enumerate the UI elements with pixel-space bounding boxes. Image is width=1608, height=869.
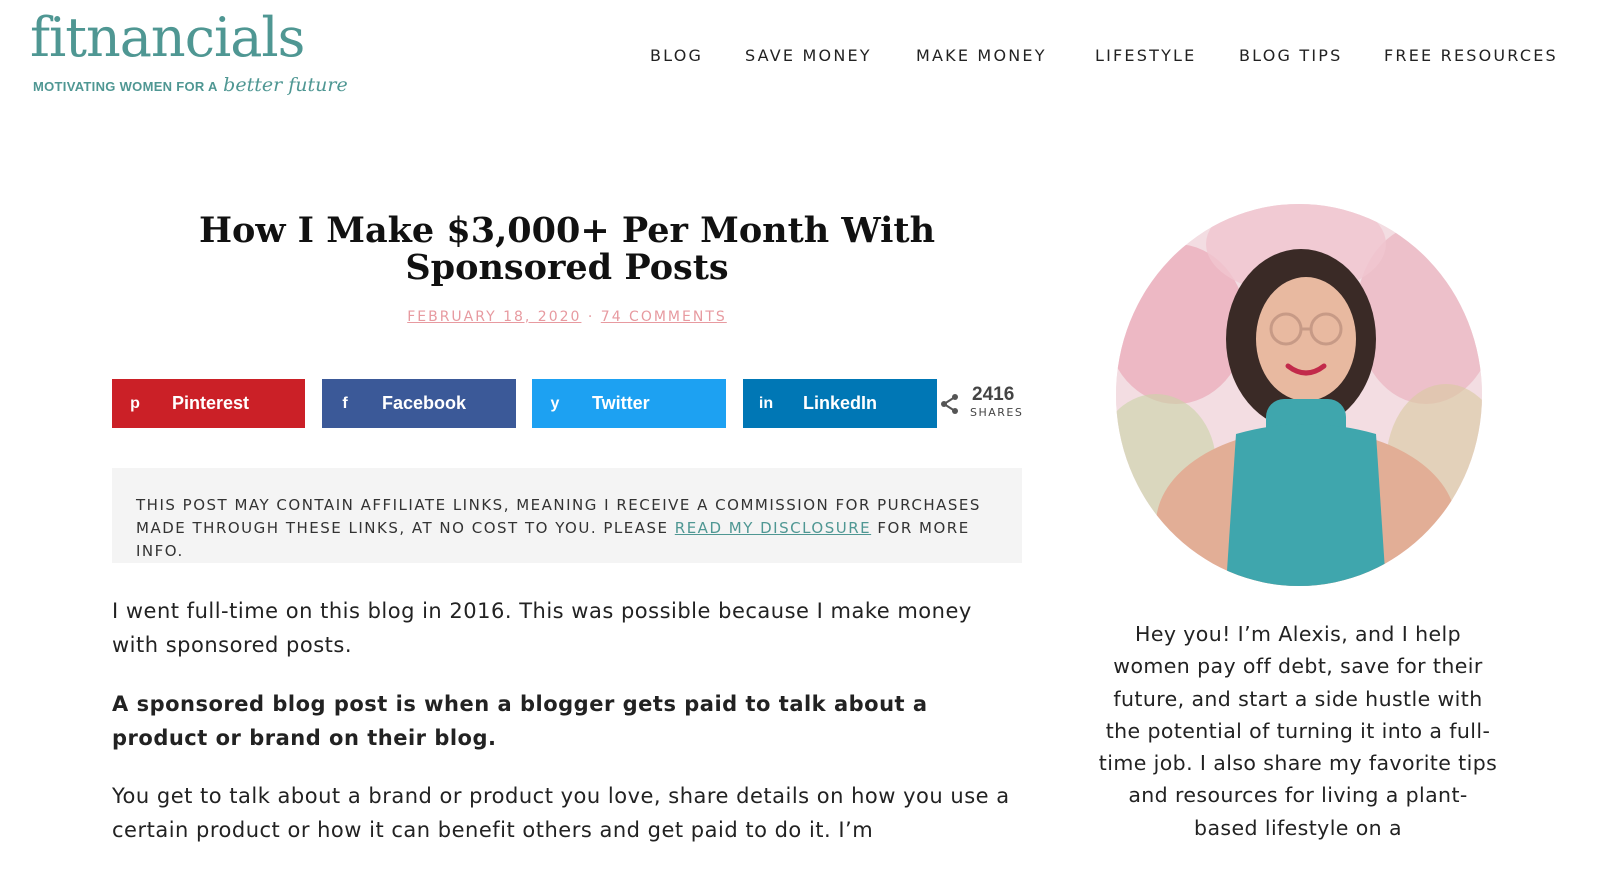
- nav-make-money[interactable]: MAKE MONEY: [916, 46, 1047, 65]
- affiliate-disclosure: THIS POST MAY CONTAIN AFFILIATE LINKS, M…: [112, 468, 1022, 563]
- linkedin-icon: in: [758, 394, 774, 412]
- twitter-icon: y: [550, 394, 560, 412]
- pinterest-share-button[interactable]: p Pinterest: [112, 379, 305, 428]
- linkedin-label: LinkedIn: [803, 393, 878, 413]
- author-bio: Hey you! I’m Alexis, and I help women pa…: [1098, 622, 1498, 840]
- post-date-link[interactable]: FEBRUARY 18, 2020: [407, 309, 581, 325]
- pinterest-icon: p: [130, 394, 140, 412]
- author-photo: [1116, 204, 1482, 586]
- nav-blog[interactable]: BLOG: [650, 46, 703, 65]
- disclosure-link[interactable]: READ MY DISCLOSURE: [675, 519, 871, 537]
- facebook-label: Facebook: [382, 393, 467, 413]
- pinterest-label: Pinterest: [172, 393, 250, 413]
- nav-save-money[interactable]: SAVE MONEY: [745, 46, 872, 65]
- site-logo[interactable]: fitnancials MOTIVATING WOMEN FOR A bette…: [30, 6, 348, 108]
- nav-blog-tips[interactable]: BLOG TIPS: [1239, 46, 1343, 65]
- meta-separator: ·: [587, 309, 595, 325]
- linkedin-share-button[interactable]: in LinkedIn: [743, 379, 937, 428]
- share-count-label: SHARES: [970, 406, 1024, 419]
- logo-tagline: MOTIVATING WOMEN FOR A better future: [33, 74, 348, 96]
- logo-tagline-text: MOTIVATING WOMEN FOR A: [33, 79, 218, 94]
- nav-lifestyle[interactable]: LIFESTYLE: [1095, 46, 1196, 65]
- main-nav: BLOG SAVE MONEY MAKE MONEY LIFESTYLE BLO…: [650, 46, 1608, 70]
- logo-wordmark: fitnancials: [30, 6, 305, 69]
- body-paragraph-1: I went full-time on this blog in 2016. T…: [112, 599, 972, 657]
- post-title: How I Make $3,000+ Per Month With Sponso…: [198, 210, 936, 288]
- post-meta: FEBRUARY 18, 2020 · 74 COMMENTS: [112, 309, 1022, 325]
- nav-free-resources[interactable]: FREE RESOURCES: [1384, 46, 1558, 65]
- twitter-share-button[interactable]: y Twitter: [532, 379, 726, 428]
- share-count: 2416 SHARES: [940, 383, 1030, 427]
- author-portrait-illustration: [1116, 204, 1482, 586]
- body-paragraph-2: A sponsored blog post is when a blogger …: [112, 692, 928, 750]
- facebook-share-button[interactable]: f Facebook: [322, 379, 516, 428]
- logo-tagline-script: better future: [223, 74, 348, 96]
- share-count-number: 2416: [972, 384, 1015, 405]
- body-paragraph-3: You get to talk about a brand or product…: [112, 784, 1010, 842]
- comments-link[interactable]: 74 COMMENTS: [601, 309, 727, 325]
- twitter-label: Twitter: [592, 393, 650, 413]
- facebook-icon: f: [342, 394, 348, 412]
- share-icon: [941, 394, 958, 414]
